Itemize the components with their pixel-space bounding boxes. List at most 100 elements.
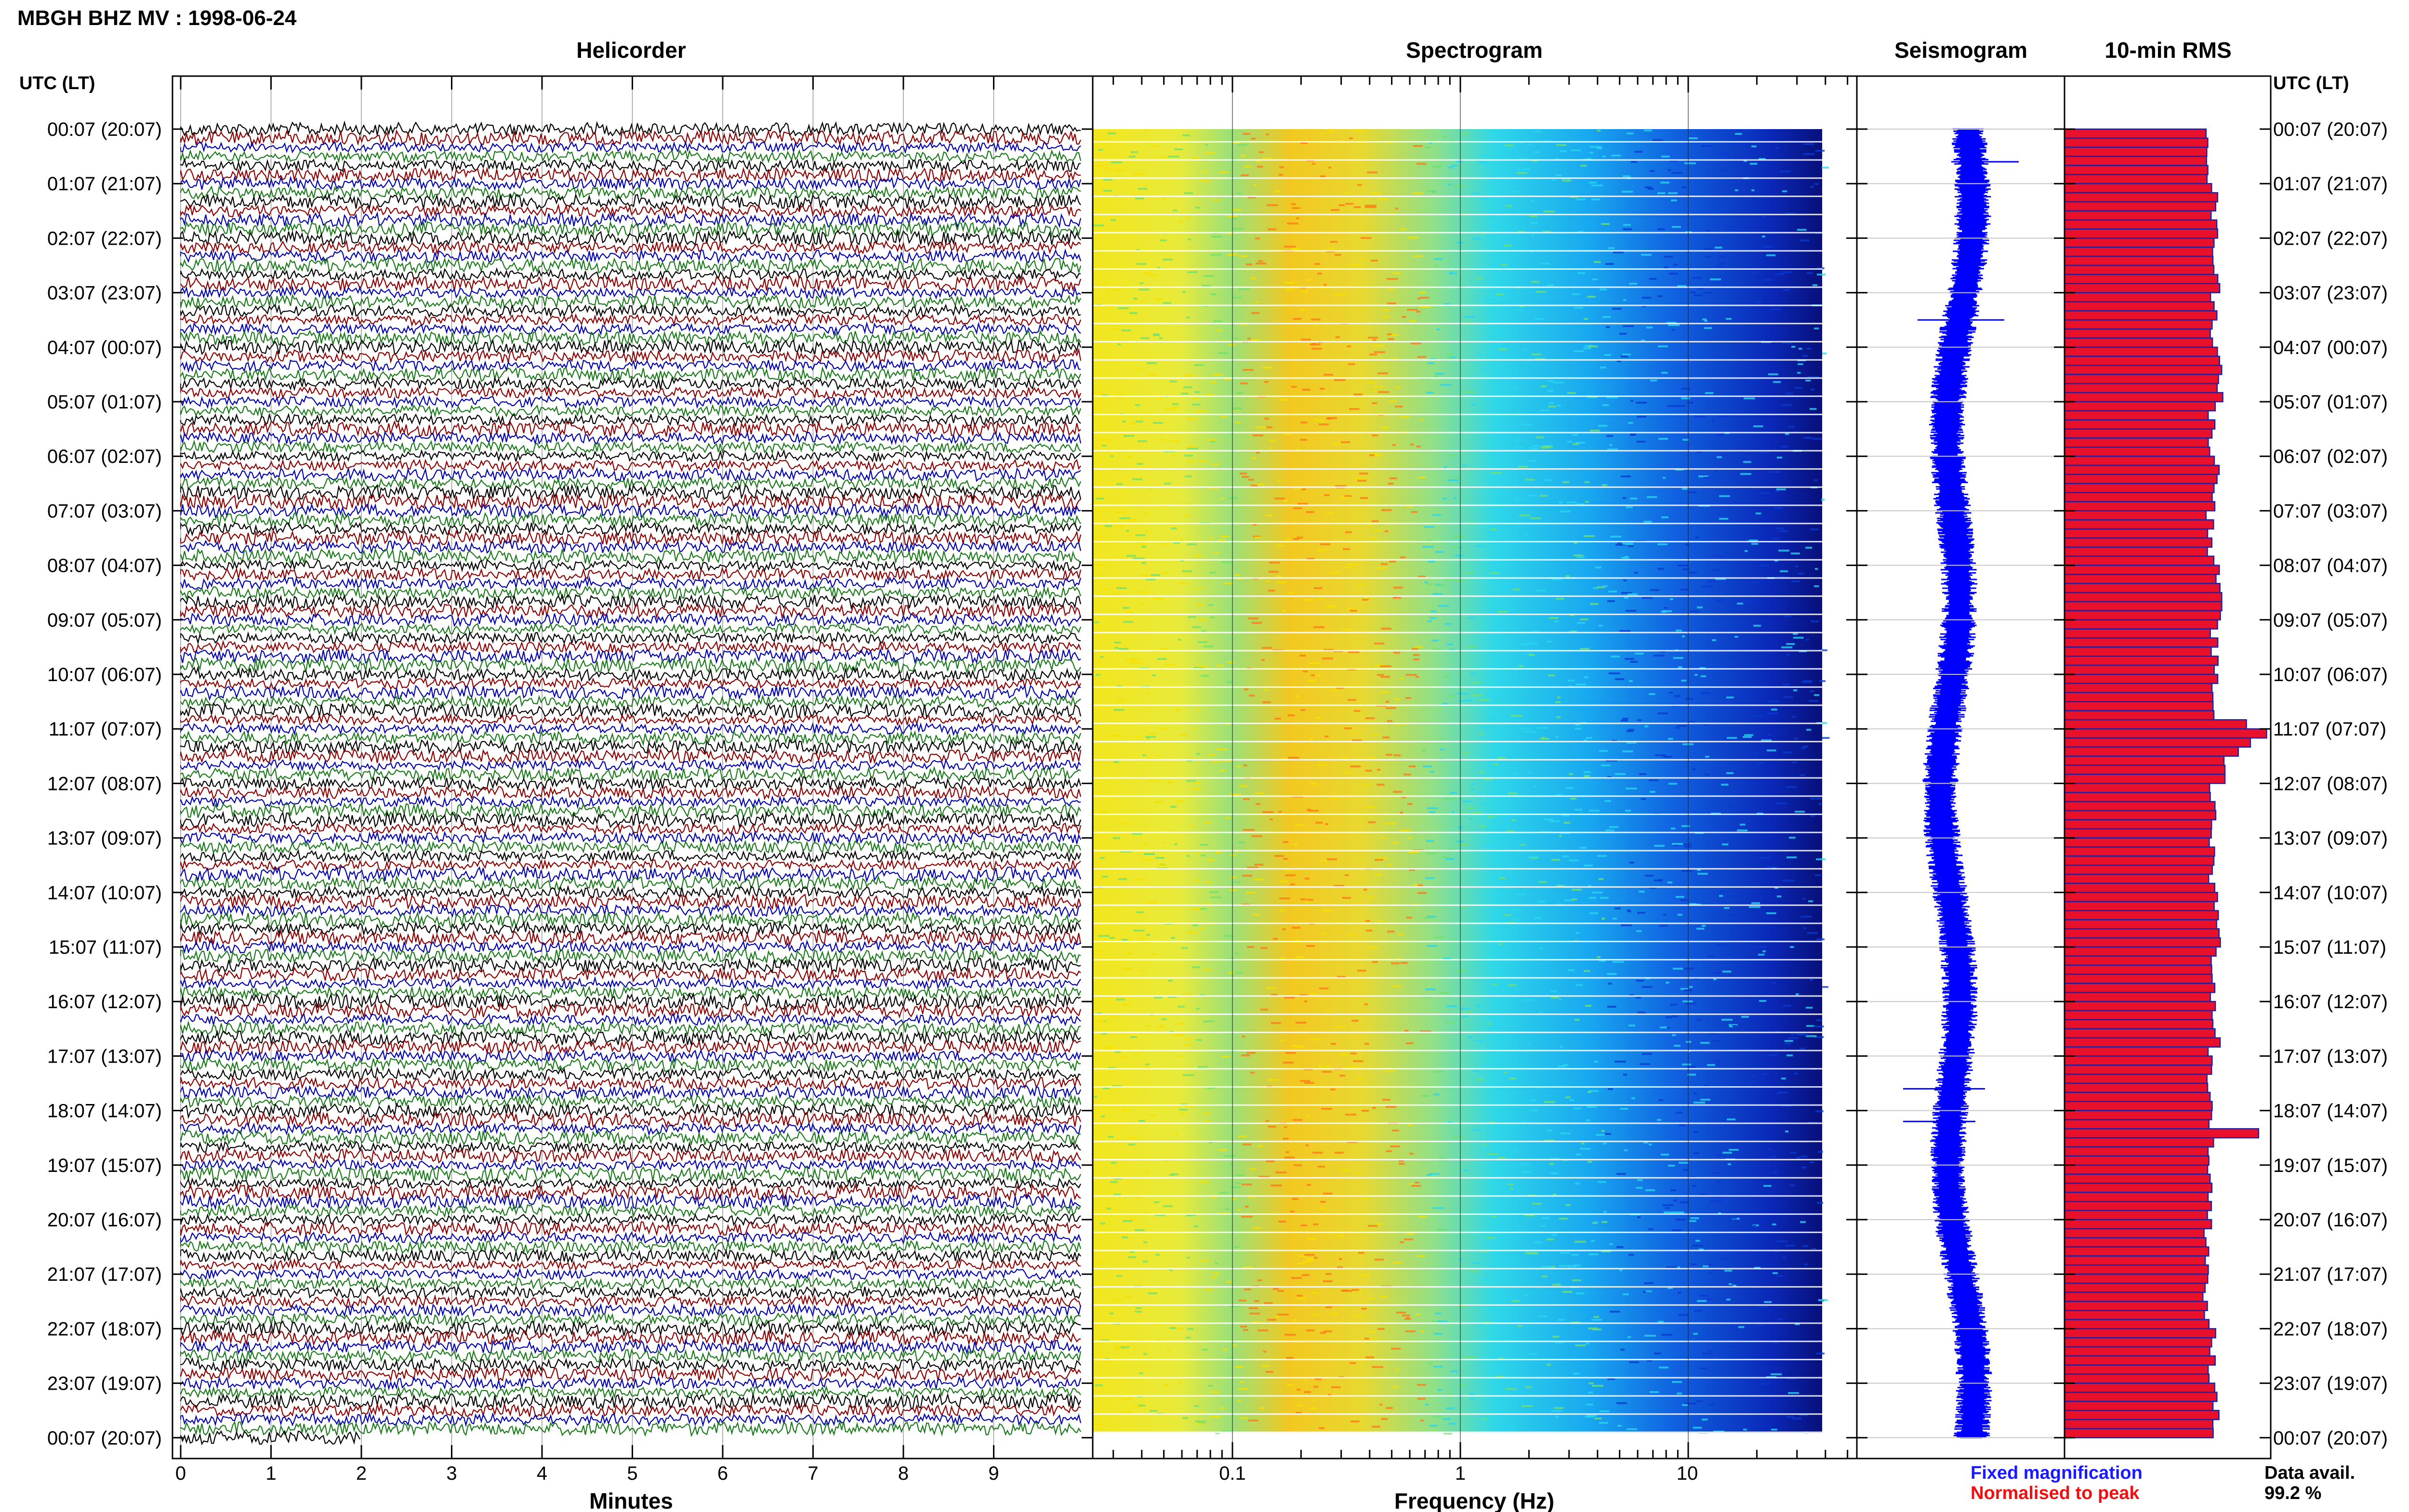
spectrogram-speckle [1803,927,1807,929]
row-label-right: 23:07 (19:07) [2273,1373,2388,1394]
spectrogram-speckle [1331,209,1339,211]
spectrogram-speckle [1768,1054,1777,1056]
spectrogram-speckle [1781,404,1793,406]
spectrogram-speckle [1704,248,1713,250]
spectrogram-speckle [1576,556,1585,558]
helicorder-trace [180,758,1081,772]
spectrogram-speckle [1205,144,1208,146]
spectrogram-speckle [1284,997,1295,999]
spectrogram-speckle [1251,835,1262,837]
rms-bar [2064,1110,2212,1120]
spectrogram-speckle [1602,1130,1605,1132]
spectrogram-speckle [1589,810,1600,812]
spectrogram-speckle [1394,698,1401,700]
spectrogram-speckle [1720,891,1728,893]
row-label-left: 03:07 (23:07) [47,283,162,304]
spectrogram-speckle [1306,1144,1309,1146]
spectrogram-speckle [1187,931,1199,933]
spectrogram-speckle [1139,937,1146,939]
rms-bar [2064,337,2213,348]
spectrogram-speckle [1661,516,1669,518]
spectrogram-speckle [1415,646,1423,648]
spectrogram-speckle [1242,875,1253,877]
spectrogram-speckle [1659,1367,1669,1368]
spectrogram-speckle [1668,783,1678,785]
spectrogram-speckle [1589,182,1597,184]
spectrogram-speckle [1780,570,1788,572]
spectrogram-speckle [1146,901,1158,903]
spectrogram-speckle [1135,197,1144,199]
spectrogram-speckle [1580,618,1588,620]
spectrogram-speckle [1168,156,1179,158]
spectrogram-speckle [1453,1136,1464,1138]
spectrogram-speckle [1724,1004,1728,1006]
spectrogram-speckle [1171,527,1177,529]
spectrogram-speckle [1703,292,1713,294]
spectrogram-speckle [1532,354,1541,355]
spectrogram-speckle [1200,844,1209,846]
rms-bar [2064,483,2215,493]
spectrogram-speckle [1731,931,1734,933]
spectrogram-speckle [1569,1099,1575,1101]
spectrogram-speckle [1199,928,1204,930]
spectrogram-speckle [1224,1155,1235,1157]
spectrogram-speckle [1248,479,1254,481]
spectrogram-speckle [1392,985,1402,987]
spectrogram-speckle [1372,1366,1383,1368]
spectrogram-speckle [1418,576,1426,578]
spectrogram-speckle [1483,1144,1486,1145]
spectrogram-speckle [1251,312,1260,314]
spectrogram-speckle [1235,1366,1244,1368]
spectrogram-speckle [1794,737,1799,739]
spectrogram-speckle [1356,1172,1360,1174]
spectrogram-speckle [1645,1189,1655,1191]
rms-bar [2064,746,2239,757]
spectrogram-speckle [1432,1321,1437,1323]
spectrogram-speckle [1195,1420,1207,1422]
spectrogram-speckle [1306,1329,1315,1331]
spectrogram-speckle [1649,1144,1652,1145]
spectrogram-speckle [1370,192,1381,194]
spectrogram-speckle [1679,1314,1689,1316]
spectrogram-speckle [1171,1173,1178,1175]
spectrogram-speckle [1094,407,1099,409]
spectrogram-speckle [1630,400,1634,402]
spectrogram-speckle [1358,1292,1363,1294]
rms-bar [2064,1273,2209,1284]
spectrogram-speckle [1504,1426,1508,1428]
spectrogram-speckle [1666,982,1669,984]
spectrogram-speckle [1306,511,1314,513]
spectrogram-gap [1093,995,1822,997]
spectrogram-speckle [1580,1148,1591,1150]
spectrogram-speckle [1594,1418,1602,1420]
spectrogram-speckle [1260,947,1268,949]
spectrogram-speckle [1679,1162,1689,1164]
spectrogram-speckle [1512,387,1519,389]
spectrogram-speckle [1519,644,1529,645]
utc-lt-right-header: UTC (LT) [2273,73,2349,93]
spectrogram-speckle [1094,1096,1098,1098]
spectrogram-speckle [1381,1418,1388,1420]
spectrogram-speckle [1818,1151,1823,1153]
spectrogram-speckle [1380,676,1390,678]
spectrogram-speckle [1602,156,1606,158]
spectrogram-speckle [1207,604,1214,606]
spectrogram-speckle [1650,1391,1659,1393]
spectrogram-speckle [1417,892,1427,894]
spectrogram-speckle [1641,798,1646,800]
spectrogram-speckle [1308,279,1312,281]
spectrogram-speckle [1241,174,1249,176]
spectrogram-speckle [1786,643,1795,645]
spectrogram-speckle [1175,1133,1179,1135]
spectrogram-speckle [1616,1246,1624,1248]
spectrogram-gap [1093,631,1822,633]
spectrogram-speckle [1609,826,1619,828]
spectrogram-speckle [1100,811,1109,813]
spectrogram-speckle [1569,773,1573,775]
spectrogram-speckle [1274,718,1281,720]
spectrogram-speckle [1384,1070,1395,1072]
spectrogram-speckle [1736,143,1746,145]
spectrogram-speckle [1435,1313,1442,1315]
spectrogram-speckle [1103,179,1113,181]
helicorder-trace [180,1294,1082,1309]
